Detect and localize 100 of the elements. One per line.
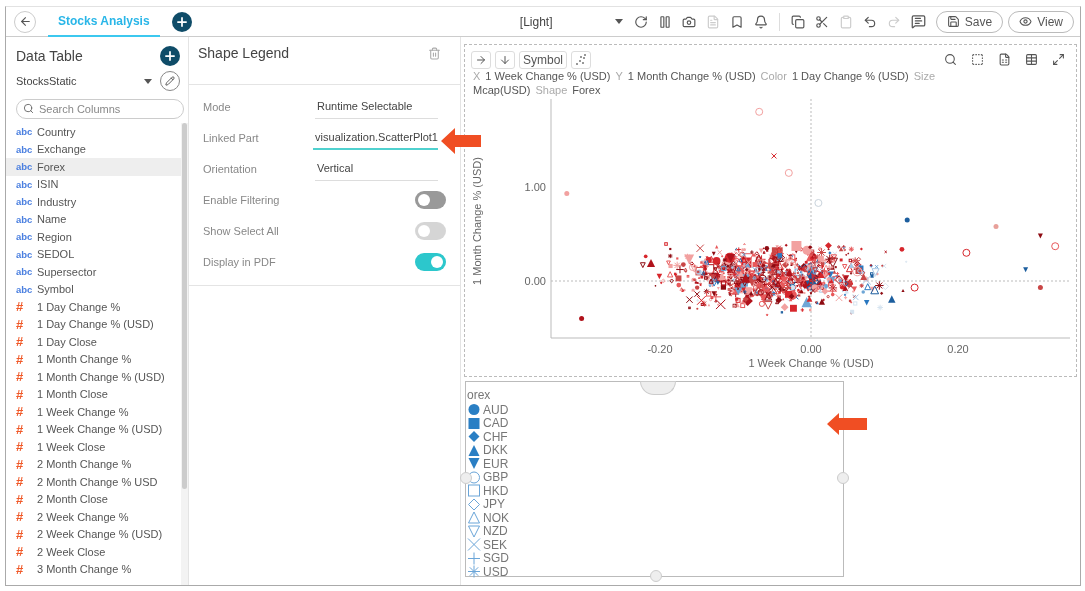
column-item[interactable]: # 2 Month Close xyxy=(6,490,181,508)
mapping-value[interactable]: Forex xyxy=(572,84,601,96)
column-name: 2 Week Change % (USD) xyxy=(37,528,163,541)
panel-title: Shape Legend xyxy=(198,45,290,63)
column-item[interactable]: # 1 Month Change % xyxy=(6,350,181,368)
type-tag: # xyxy=(16,439,37,455)
column-name: Industry xyxy=(37,195,77,208)
search-icon[interactable] xyxy=(944,53,957,66)
column-item[interactable]: # 2 Week Change % (USD) xyxy=(6,525,181,543)
column-item[interactable]: abc Region xyxy=(6,228,181,246)
column-item[interactable]: # 2 Week Change % xyxy=(6,508,181,526)
view-button[interactable]: View xyxy=(1008,10,1074,33)
scrollbar-thumb[interactable] xyxy=(182,123,187,489)
table-icon[interactable] xyxy=(1025,53,1038,66)
undo-icon[interactable] xyxy=(862,14,877,29)
legend-symbol-icon xyxy=(467,538,481,552)
column-item[interactable]: # 1 Month Close xyxy=(6,385,181,403)
column-item[interactable]: # 2 Month Change % USD xyxy=(6,473,181,491)
callout-arrow xyxy=(441,128,481,154)
selection-icon[interactable] xyxy=(971,53,984,66)
column-item[interactable]: abc Exchange xyxy=(6,140,181,158)
column-item[interactable]: abc Name xyxy=(6,210,181,228)
legend-label: SGD xyxy=(483,551,509,566)
column-item[interactable]: # 1 Week Close xyxy=(6,438,181,456)
column-item[interactable]: abc ISIN xyxy=(6,175,181,193)
type-tag: # xyxy=(16,561,37,577)
add-tab-button[interactable] xyxy=(171,11,192,32)
y-tick-label: 1.00 xyxy=(524,181,546,193)
column-item[interactable]: abc SEDOL xyxy=(6,245,181,263)
mapping-value[interactable]: 1 Month Change % (USD) xyxy=(627,70,756,82)
column-item[interactable]: # 3 Month Change % xyxy=(6,560,181,578)
maximize-icon[interactable] xyxy=(1052,53,1065,66)
toggle-switch[interactable] xyxy=(415,252,446,271)
column-item[interactable]: abc Supersector xyxy=(6,263,181,281)
theme-dropdown[interactable]: [Light] xyxy=(519,14,615,29)
type-tag: # xyxy=(16,351,37,367)
type-tag: # xyxy=(16,369,37,385)
column-item[interactable]: # 1 Month Change % (USD) xyxy=(6,368,181,386)
back-button[interactable] xyxy=(14,10,36,33)
column-name: Region xyxy=(37,230,72,243)
pause-icon[interactable] xyxy=(657,14,672,29)
plus-icon xyxy=(174,14,189,29)
column-name: 1 Week Close xyxy=(37,440,106,453)
column-item[interactable]: # 2 Week Close xyxy=(6,543,181,561)
add-column-button[interactable] xyxy=(160,46,180,66)
comment-icon[interactable] xyxy=(910,14,926,29)
mapping-value[interactable]: 1 Week Change % (USD) xyxy=(485,70,611,82)
arrow-left-icon xyxy=(18,15,32,28)
legend-label: DKK xyxy=(483,443,508,458)
resize-handle[interactable] xyxy=(460,472,472,484)
column-item[interactable]: # 1 Week Change % (USD) xyxy=(6,420,181,438)
input-field[interactable]: Vertical xyxy=(315,156,438,181)
column-item[interactable]: # 1 Day Close xyxy=(6,333,181,351)
mapping-value[interactable]: 1 Day Change % (USD) xyxy=(791,70,909,82)
legend-label: SEK xyxy=(483,537,507,552)
legend-symbol-icon xyxy=(467,403,481,417)
input-field[interactable]: Runtime Selectable xyxy=(315,94,438,119)
save-button[interactable]: Save xyxy=(935,10,1004,33)
column-item[interactable]: abc Country xyxy=(6,123,181,141)
column-name: Symbol xyxy=(37,283,74,296)
type-tag: abc xyxy=(16,248,37,260)
column-item[interactable]: abc Symbol xyxy=(6,280,181,298)
input-field[interactable]: visualization.ScatterPlot1 xyxy=(313,125,438,150)
bell-icon[interactable] xyxy=(753,14,768,29)
legend-title: orex xyxy=(467,388,491,403)
mapping-value[interactable]: Mcap(USD) xyxy=(473,84,531,96)
search-field[interactable]: Search Columns xyxy=(16,99,184,119)
column-name: 1 Month Change % (USD) xyxy=(37,370,165,383)
clipboard-icon[interactable] xyxy=(838,14,853,29)
resize-handle[interactable] xyxy=(837,472,849,484)
data-source-dropdown[interactable]: StocksStatic xyxy=(16,75,136,87)
scissors-icon[interactable] xyxy=(814,14,829,29)
column-item[interactable]: # 2 Month Change % xyxy=(6,455,181,473)
bookmark-icon[interactable] xyxy=(729,14,744,29)
column-item[interactable]: abc Industry xyxy=(6,193,181,211)
camera-icon[interactable] xyxy=(681,14,696,29)
caret-icon[interactable] xyxy=(144,78,152,84)
mapping-role: Shape xyxy=(535,84,568,96)
legend-symbol-icon xyxy=(467,497,481,511)
column-item[interactable]: # 1 Week Change % xyxy=(6,403,181,421)
column-item[interactable]: abc Forex xyxy=(6,158,181,176)
excel-icon[interactable] xyxy=(998,53,1011,66)
scatter-button[interactable] xyxy=(571,50,591,69)
type-tag: # xyxy=(16,474,37,490)
column-item[interactable]: # 1 Day Change % (USD) xyxy=(6,315,181,333)
caret-icon[interactable] xyxy=(614,19,623,24)
legend-symbol-icon xyxy=(467,524,481,538)
resize-handle[interactable] xyxy=(650,570,662,582)
field-label: Linked Part xyxy=(203,131,260,144)
drag-handle[interactable] xyxy=(640,381,676,395)
column-name: 1 Week Change % xyxy=(37,405,129,418)
type-tag: # xyxy=(16,526,37,542)
edit-button[interactable] xyxy=(160,71,180,91)
toggle-switch[interactable] xyxy=(415,190,446,209)
refresh-icon[interactable] xyxy=(633,14,648,29)
legend-symbol-icon xyxy=(467,457,481,471)
column-name: 1 Day Close xyxy=(37,335,97,348)
copy-icon[interactable] xyxy=(790,14,805,29)
column-item[interactable]: # 1 Day Change % xyxy=(6,298,181,316)
symbol-button[interactable]: Symbol xyxy=(519,50,567,69)
